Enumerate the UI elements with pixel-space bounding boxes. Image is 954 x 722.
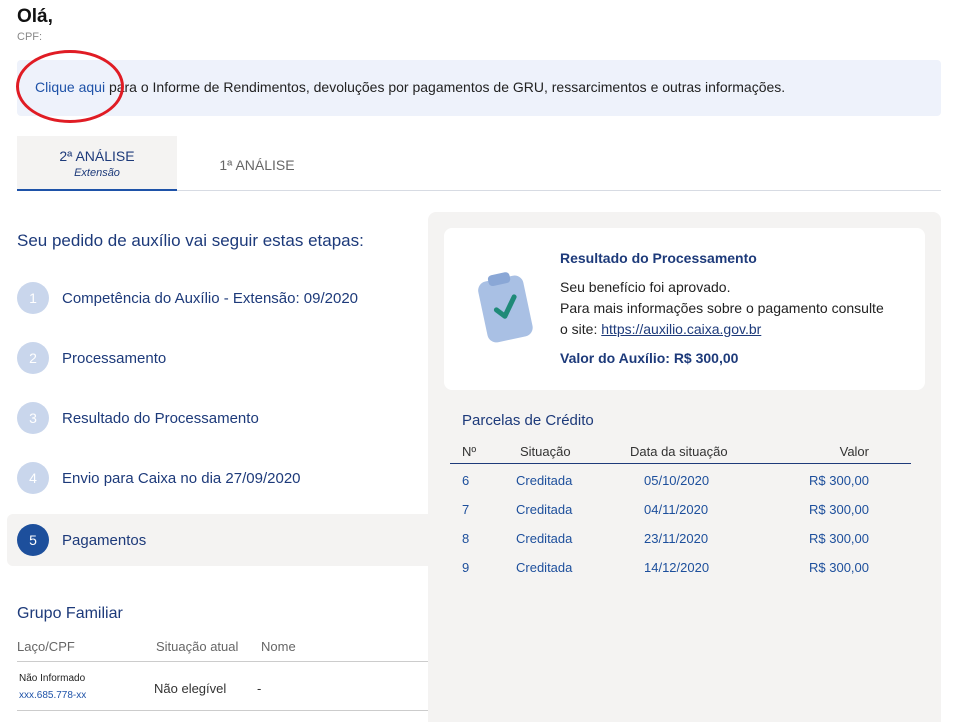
parcela-numero: 9 [462, 560, 470, 575]
tab-primeira-analise-label: 1ª ANÁLISE [219, 157, 295, 173]
step-label: Competência do Auxílio - Extensão: 09/20… [62, 290, 359, 307]
parcela-data: 23/11/2020 [644, 531, 709, 546]
col-data: Data da situação [630, 444, 728, 459]
familia-table-header: Laço/CPF Situação atual Nome [17, 639, 428, 662]
step-number: 2 [17, 342, 49, 374]
step-label: Processamento [62, 350, 167, 367]
familia-laco: Não Informado [19, 673, 86, 684]
greeting: Olá, [17, 6, 53, 27]
result-site-line: o site: https://auxilio.caixa.gov.br [560, 321, 761, 337]
step-label: Resultado do Processamento [62, 410, 259, 427]
col-laco-cpf: Laço/CPF [17, 639, 75, 654]
familia-cpf: xxx.685.778-xx [19, 690, 87, 701]
col-nome: Nome [261, 639, 296, 654]
parcelas-title: Parcelas de Crédito [462, 412, 594, 429]
steps-title: Seu pedido de auxílio vai seguir estas e… [17, 231, 364, 250]
valor-auxilio: Valor do Auxílio: R$ 300,00 [560, 350, 739, 366]
step-label: Envio para Caixa no dia 27/09/2020 [62, 470, 301, 487]
tab-segunda-analise-sub: Extensão [74, 167, 120, 179]
parcela-numero: 7 [462, 502, 470, 517]
parcela-situacao: Creditada [516, 473, 573, 488]
step-label: Pagamentos [62, 532, 147, 549]
info-banner-message: para o Informe de Rendimentos, devoluçõe… [105, 79, 786, 95]
parcela-valor: R$ 300,00 [809, 531, 869, 546]
table-row: Não Informado xxx.685.778-xx Não elegíve… [17, 663, 428, 711]
step-number: 3 [17, 402, 49, 434]
parcela-data: 05/10/2020 [644, 473, 710, 488]
col-situacao: Situação [520, 444, 571, 459]
table-row: 9 Creditada 14/12/2020 R$ 300,00 [450, 560, 911, 580]
familia-nome: - [257, 681, 262, 696]
step-number: 4 [17, 462, 49, 494]
clipboard-check-icon [478, 272, 533, 343]
parcela-valor: R$ 300,00 [809, 473, 869, 488]
parcela-situacao: Creditada [516, 531, 573, 546]
table-row: 8 Creditada 23/11/2020 R$ 300,00 [450, 531, 911, 551]
parcela-data: 04/11/2020 [644, 502, 709, 517]
table-row: 7 Creditada 04/11/2020 R$ 300,00 [450, 502, 911, 522]
parcela-situacao: Creditada [516, 560, 573, 575]
col-situacao-atual: Situação atual [156, 639, 239, 654]
tab-segunda-analise[interactable]: 2ª ANÁLISE Extensão [17, 136, 177, 191]
parcela-data: 14/12/2020 [644, 560, 710, 575]
result-info-text: Para mais informações sobre o pagamento … [560, 300, 884, 316]
step-number: 1 [17, 282, 49, 314]
result-title: Resultado do Processamento [560, 250, 757, 266]
parcelas-table-header: Nº Situação Data da situação Valor [450, 444, 911, 464]
result-approved-text: Seu benefício foi aprovado. [560, 279, 731, 295]
cpf-label: CPF: [17, 31, 43, 43]
grupo-familiar-title: Grupo Familiar [17, 605, 123, 622]
result-site-prefix: o site: [560, 321, 602, 337]
analysis-tabs: 2ª ANÁLISE Extensão 1ª ANÁLISE [17, 136, 941, 191]
info-banner: Clique aqui para o Informe de Rendimento… [17, 60, 941, 116]
parcela-situacao: Creditada [516, 502, 573, 517]
parcela-numero: 6 [462, 473, 470, 488]
tab-segunda-analise-label: 2ª ANÁLISE [59, 148, 135, 164]
parcela-valor: R$ 300,00 [809, 502, 869, 517]
clique-aqui-link[interactable]: Clique aqui [35, 79, 105, 95]
col-numero: Nº [462, 444, 477, 459]
auxilio-site-link[interactable]: https://auxilio.caixa.gov.br [601, 321, 761, 337]
table-row: 6 Creditada 05/10/2020 R$ 300,00 [450, 473, 911, 493]
familia-situacao: Não elegível [154, 681, 227, 696]
parcela-numero: 8 [462, 531, 470, 546]
step-number: 5 [17, 524, 49, 556]
info-banner-text: Clique aqui para o Informe de Rendimento… [35, 79, 785, 95]
parcela-valor: R$ 300,00 [809, 560, 869, 575]
col-valor: Valor [839, 444, 869, 459]
tab-primeira-analise[interactable]: 1ª ANÁLISE [177, 136, 337, 191]
